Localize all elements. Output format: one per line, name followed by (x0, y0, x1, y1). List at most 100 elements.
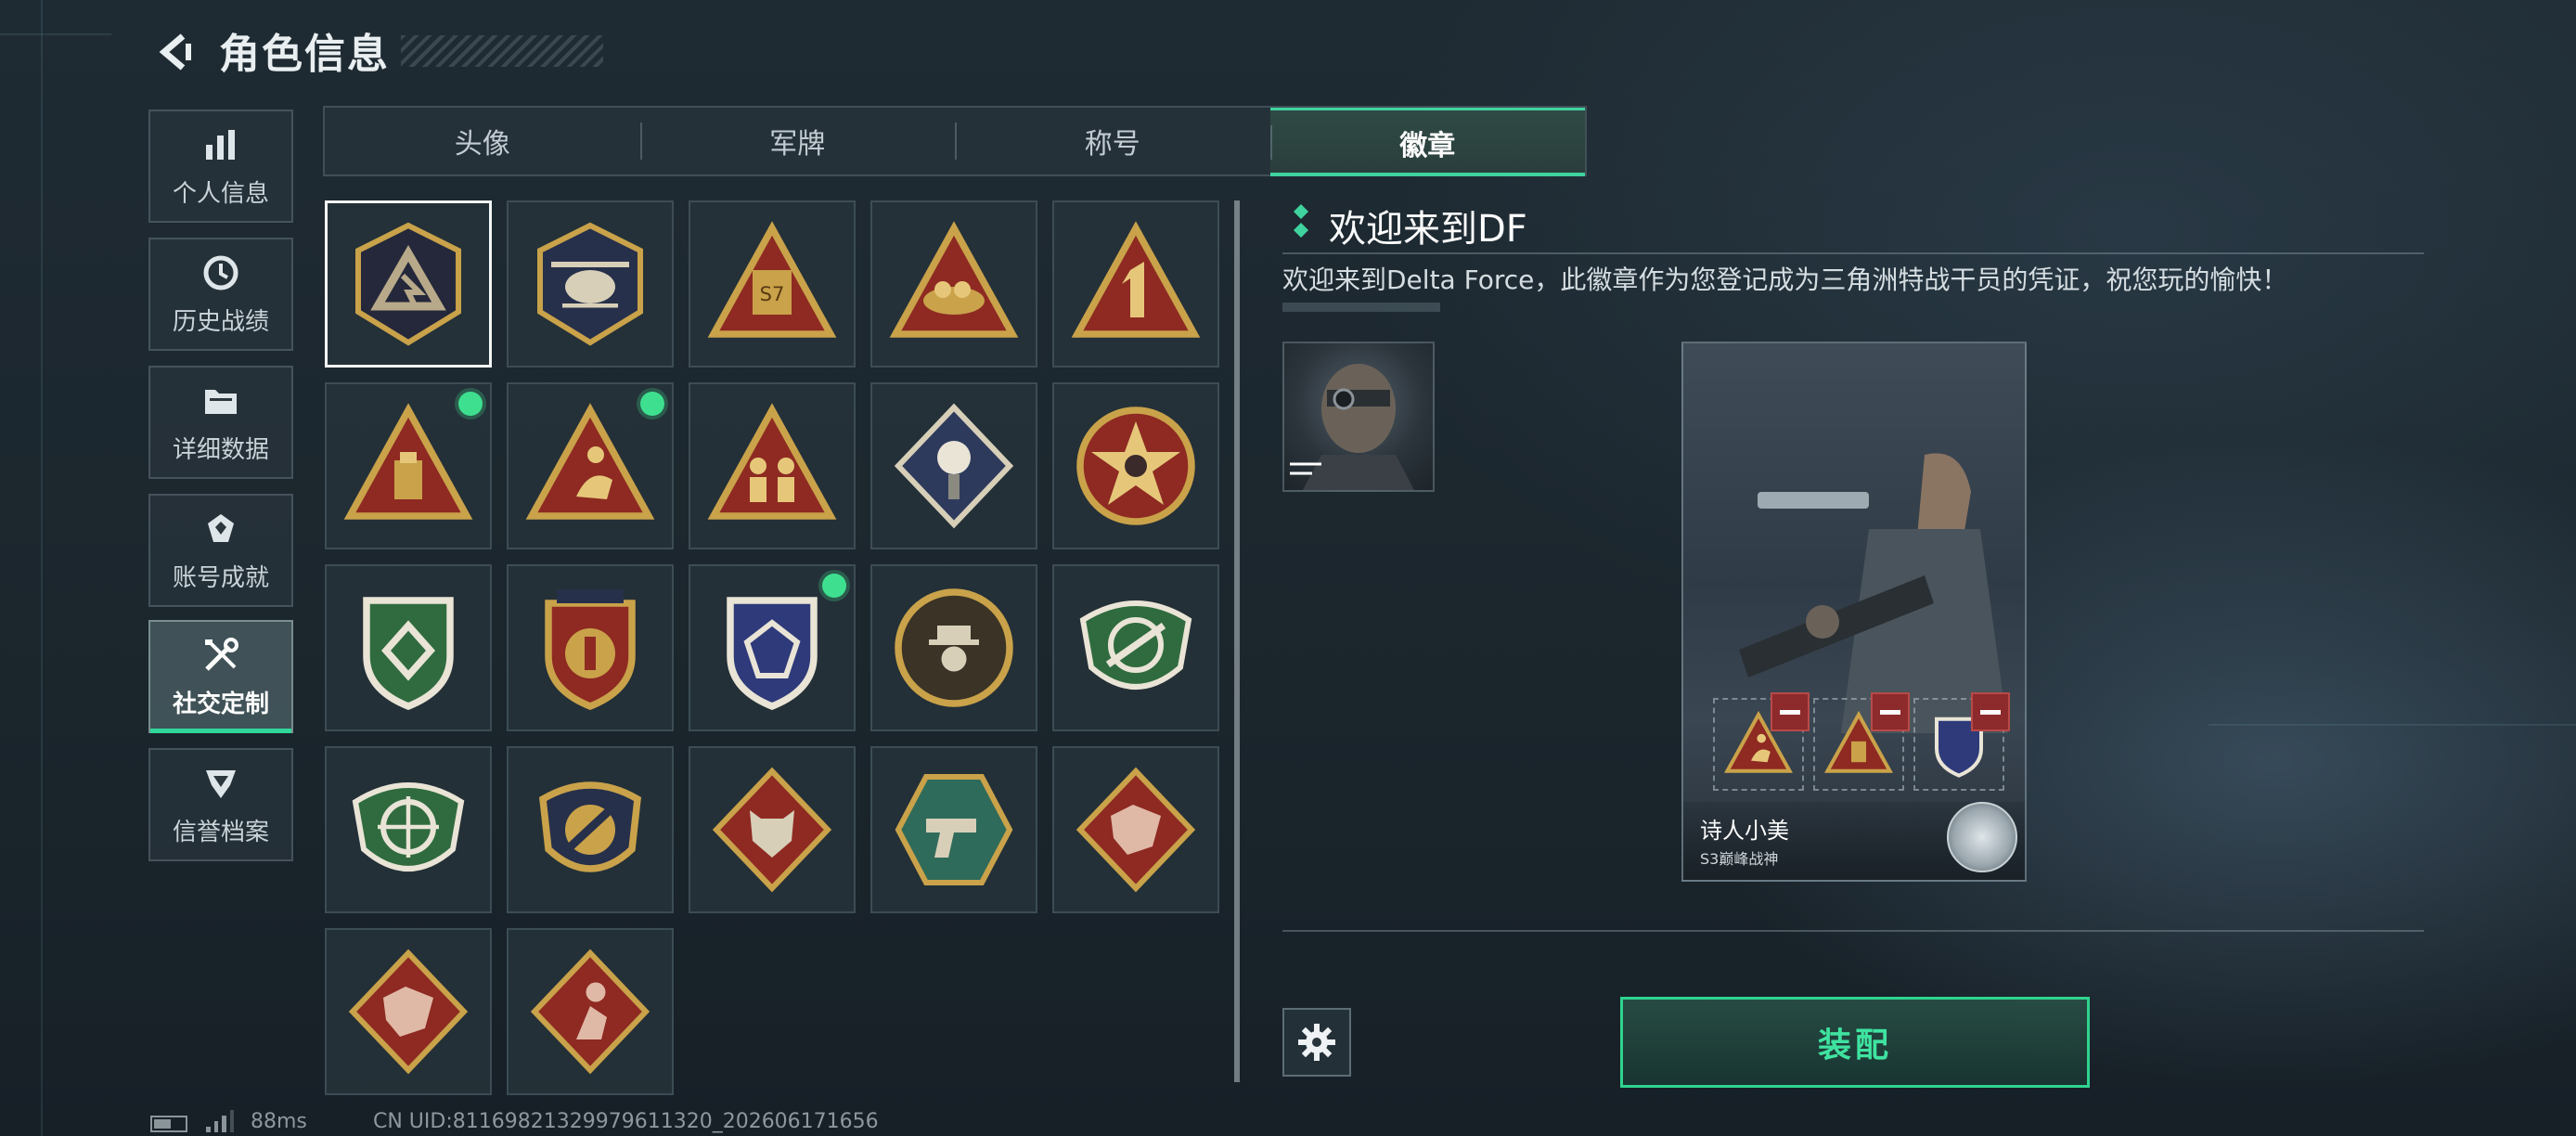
card-footer: 诗人小美 S3巅峰战神 (1683, 802, 2025, 880)
tab-avatar[interactable]: 头像 (325, 108, 640, 174)
badge-cell[interactable] (689, 746, 856, 913)
badge-cell[interactable] (507, 564, 674, 731)
nest-triangle-badge-icon (889, 221, 1019, 338)
sidebar-item-personal-info[interactable]: 个人信息 (148, 110, 293, 223)
divider (1282, 930, 2424, 932)
battery-icon (150, 1116, 187, 1132)
shield-rank-icon (200, 763, 241, 804)
sidebar-item-label: 账号成就 (172, 563, 269, 592)
equipped-badge-slot-1[interactable] (1713, 692, 1810, 791)
deco-line (0, 33, 111, 35)
wolf-diamond-badge-icon (712, 767, 832, 893)
remove-badge-button[interactable] (1871, 692, 1910, 731)
runner-red-diamond-badge-icon (530, 949, 650, 1075)
badge-detail-title: 欢迎来到DF (1329, 208, 1527, 251)
player-name: 诗人小美 (1700, 818, 1789, 844)
title-decoration (401, 35, 603, 67)
sidebar-item-label: 社交定制 (172, 690, 269, 718)
divider (1282, 252, 2424, 254)
sidebar-item-label: 信誉档案 (172, 818, 269, 846)
diamond-marker-icon (1294, 204, 1308, 238)
badge-cell[interactable] (325, 928, 492, 1095)
badge-cell[interactable] (870, 564, 1037, 731)
new-indicator (822, 574, 846, 598)
green-diamond-shield-badge-icon (363, 597, 454, 711)
pistol-hexagon-badge-icon (895, 774, 1013, 885)
badge-cell[interactable] (1052, 746, 1219, 913)
gold-star-shield-badge-icon (545, 589, 636, 711)
sidebar-item-social[interactable]: 社交定制 (148, 620, 293, 733)
tab-badge[interactable]: 徽章 (1269, 108, 1585, 176)
sidebar-item-label: 详细数据 (172, 435, 269, 464)
badge-cell[interactable] (1052, 382, 1219, 549)
ping-readout: 88ms (251, 1110, 307, 1133)
badge-cell[interactable]: S7 (689, 200, 856, 368)
rose-diamond-badge-icon (894, 403, 1014, 529)
badge-detail-description: 欢迎来到Delta Force，此徽章作为您登记成为三角洲特战干员的凭证，祝您玩… (1282, 265, 2288, 295)
page-title: 角色信息 (219, 31, 390, 78)
player-rank: S3巅峰战神 (1700, 850, 1779, 868)
badge-cell[interactable] (870, 200, 1037, 368)
svg-text:S7: S7 (760, 283, 785, 305)
badge-cell[interactable] (325, 382, 492, 549)
dragon-red-diamond-badge-2-icon (348, 949, 469, 1075)
badge-cell[interactable] (507, 382, 674, 549)
badge-cell[interactable] (1052, 200, 1219, 368)
soldiers-triangle-badge-icon (707, 403, 837, 520)
deco-line (2209, 724, 2576, 726)
number-one-triangle-badge-icon (1071, 221, 1201, 338)
sidebar-item-detailed-data[interactable]: 详细数据 (148, 366, 293, 479)
remove-badge-button[interactable] (1771, 692, 1810, 731)
gentleman-round-badge-icon (895, 588, 1013, 707)
s7-triangle-badge-icon: S7 (707, 221, 837, 338)
equipped-badge-slot-3[interactable] (1913, 692, 2010, 791)
badge-category-tabs: 头像 军牌 称号 徽章 (323, 106, 1587, 176)
bar-chart-icon (200, 124, 241, 165)
tab-military-tag[interactable]: 军牌 (639, 108, 956, 174)
badge-grid-scrollbar[interactable] (1234, 200, 1240, 1082)
tab-title[interactable]: 称号 (955, 108, 1270, 174)
rank-emblem-icon (1947, 802, 2017, 872)
clock-history-icon (200, 252, 241, 293)
player-showcase-card: 诗人小美 S3巅峰战神 (1681, 342, 2027, 882)
badge-cell[interactable] (325, 746, 492, 913)
helicopter-badge-icon (537, 222, 643, 346)
avatar (1290, 364, 1414, 490)
green-rifle-shield-badge-icon (1079, 600, 1192, 690)
green-crosshair-shield-badge-icon (352, 782, 465, 871)
tools-icon (200, 635, 241, 676)
badge-cell[interactable] (689, 382, 856, 549)
signal-icon (206, 1110, 234, 1132)
remove-badge-button[interactable] (1971, 692, 2010, 731)
badge-cell[interactable] (870, 746, 1037, 913)
sidebar-item-history[interactable]: 历史战绩 (148, 238, 293, 351)
blue-gem-shield-badge-icon (727, 597, 818, 711)
equip-button[interactable]: 装配 (1620, 997, 2090, 1088)
new-indicator (458, 392, 483, 416)
badge-cell[interactable] (325, 200, 492, 368)
detail-subline (1282, 303, 1440, 312)
equipped-badge-slot-2[interactable] (1813, 692, 1910, 791)
badge-cell[interactable] (507, 200, 674, 368)
gear-icon (1298, 1024, 1335, 1061)
usb-triangle-badge-icon (343, 403, 473, 520)
back-button[interactable] (148, 26, 204, 78)
player-avatar-thumbnail[interactable] (1282, 342, 1435, 492)
settings-button[interactable] (1282, 1008, 1351, 1077)
sidebar-item-label: 历史战绩 (172, 307, 269, 336)
player-uid: CN UID:8116982132997961132​0_20260617165… (373, 1110, 879, 1133)
badge-cell[interactable] (507, 746, 674, 913)
achievement-icon (200, 509, 241, 549)
sidebar-item-reputation[interactable]: 信誉档案 (148, 748, 293, 861)
sidebar-item-label: 个人信息 (172, 179, 269, 208)
sidebar-item-achievements[interactable]: 账号成就 (148, 494, 293, 607)
new-indicator (640, 392, 664, 416)
badge-cell[interactable] (325, 564, 492, 731)
dragon-red-diamond-badge-icon (1075, 767, 1196, 893)
badge-cell[interactable] (689, 564, 856, 731)
badge-cell[interactable] (1052, 564, 1219, 731)
badge-cell[interactable] (870, 382, 1037, 549)
surfer-triangle-badge-icon (525, 403, 655, 520)
badge-cell[interactable] (507, 928, 674, 1095)
delta-triangle-badge-icon (355, 222, 461, 346)
